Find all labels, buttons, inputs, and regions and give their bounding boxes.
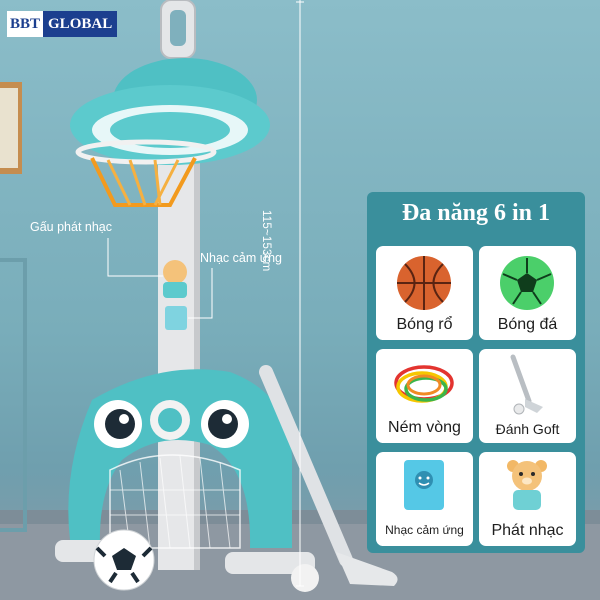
feature-label: Nhạc cảm ứng: [385, 523, 464, 537]
product-photo: BBT GLOBAL Gấu phát nhạc Nhạc cảm ứng 11…: [0, 0, 600, 600]
features-title: Đa năng 6 in 1: [401, 200, 551, 226]
feature-label: Phát nhạc: [491, 522, 564, 539]
feature-label: Đánh Goft: [495, 421, 560, 437]
feature-label: Ném vòng: [388, 419, 461, 436]
feature-card-touch-music: Nhạc cảm ứng: [376, 452, 473, 546]
feature-card-bear-music: Phát nhạc: [479, 452, 576, 546]
feature-card-soccer: Bóng đá: [479, 246, 576, 340]
height-dimension: 115~153cm: [260, 210, 272, 272]
feature-card-golf: Đánh Goft: [479, 349, 576, 443]
feature-card-rings: Ném vòng: [376, 349, 473, 443]
bear-music-callout: Gấu phát nhạc: [30, 220, 113, 234]
brand-logo-part2: GLOBAL: [43, 11, 118, 37]
brand-logo: BBT GLOBAL: [7, 11, 118, 37]
feature-label: Bóng rổ: [396, 316, 453, 333]
brand-logo-part1: BBT: [7, 11, 44, 37]
feature-card-basketball: Bóng rổ: [376, 246, 473, 340]
feature-label: Bóng đá: [497, 316, 558, 333]
features-panel: Đa năng 6 in 1 Bóng rổ Bóng đá Ném vòng …: [367, 192, 585, 553]
